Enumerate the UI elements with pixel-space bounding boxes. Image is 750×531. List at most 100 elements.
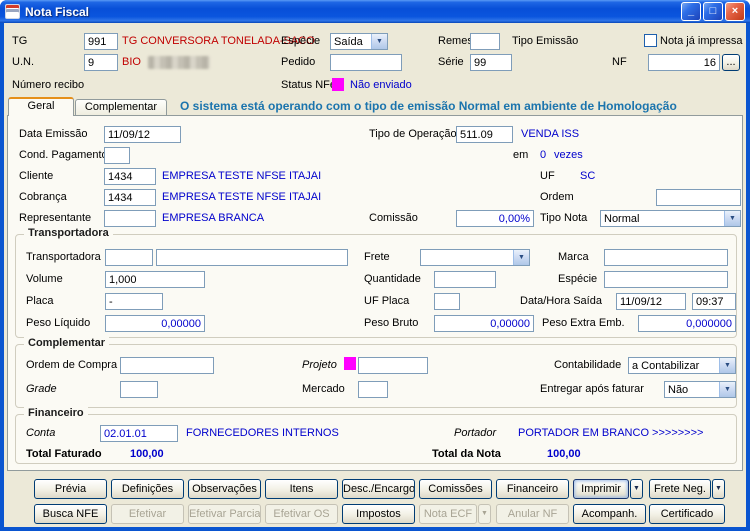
transportadora-name-field[interactable] <box>156 249 348 266</box>
maximize-icon[interactable]: □ <box>703 2 723 21</box>
transportadora-group-title: Transportadora <box>24 227 113 239</box>
tipo-operacao-description: VENDA ISS <box>521 128 580 140</box>
especie-transp-label: Espécie <box>558 273 598 285</box>
previa-button[interactable]: Prévia <box>34 479 107 499</box>
tab-complementar[interactable]: Complementar <box>75 99 167 115</box>
data-emissao-field[interactable]: 11/09/12 <box>104 126 181 143</box>
data-saida-field[interactable]: 11/09/12 <box>616 293 686 310</box>
tipo-nota-value: Normal <box>604 213 640 225</box>
transportadora-label: Transportadora <box>26 251 101 263</box>
serie-field[interactable]: 99 <box>470 54 512 71</box>
efetivar-button: Efetivar <box>111 504 184 524</box>
peso-bruto-field[interactable]: 0,00000 <box>434 315 534 332</box>
imprimir-dropdown-button[interactable]: ▼ <box>630 479 643 499</box>
nf-field[interactable]: 16 <box>648 54 720 71</box>
ordem-field[interactable] <box>656 189 741 206</box>
especie-label: Espécie <box>281 35 321 47</box>
tipo-emissao-label: Tipo Emissão <box>512 35 579 47</box>
peso-liquido-field[interactable]: 0,00000 <box>105 315 205 332</box>
remessa-field[interactable] <box>470 33 500 50</box>
data-emissao-label: Data Emissão <box>19 128 88 140</box>
ordem-label: Ordem <box>540 191 574 203</box>
total-da-nota-value: 100,00 <box>547 448 581 460</box>
acompanh-button[interactable]: Acompanh. <box>573 504 646 524</box>
anular-nf-button: Anular NF <box>496 504 569 524</box>
desc-encargos-button[interactable]: Desc./Encargos <box>342 479 415 499</box>
em-label: em <box>513 149 529 161</box>
itens-button[interactable]: Itens <box>265 479 338 499</box>
nota-ecf-button: Nota ECF <box>419 504 477 524</box>
chevron-down-icon[interactable]: ▼ <box>719 382 735 397</box>
nota-ecf-dropdown-button: ▼ <box>478 504 491 524</box>
redacted-text <box>148 56 210 69</box>
tab-geral[interactable]: Geral <box>8 97 74 116</box>
titlebar[interactable]: Nota Fiscal _ □ × <box>0 0 750 23</box>
definicoes-button[interactable]: Definições <box>111 479 184 499</box>
ordem-compra-label: Ordem de Compra <box>26 359 118 371</box>
conta-field[interactable]: 02.01.01 <box>100 425 178 442</box>
volume-field[interactable]: 1,000 <box>105 271 205 288</box>
un-field[interactable]: 9 <box>84 54 118 71</box>
frete-select[interactable]: ▼ <box>420 249 530 266</box>
observacoes-button[interactable]: Observações <box>188 479 261 499</box>
financeiro-button[interactable]: Financeiro <box>496 479 569 499</box>
placa-label: Placa <box>26 295 54 307</box>
chevron-down-icon[interactable]: ▼ <box>371 34 387 49</box>
conta-label: Conta <box>26 427 56 439</box>
placa-field[interactable]: - <box>105 293 163 310</box>
cobranca-field[interactable]: 1434 <box>104 189 156 206</box>
representante-field[interactable] <box>104 210 156 227</box>
projeto-field[interactable] <box>358 357 428 374</box>
cobranca-description: EMPRESA TESTE NFSE ITAJAI <box>162 191 322 203</box>
pedido-field[interactable] <box>330 54 402 71</box>
uf-placa-field[interactable] <box>434 293 460 310</box>
imprimir-button[interactable]: Imprimir <box>573 479 629 499</box>
comissoes-button[interactable]: Comissões <box>419 479 492 499</box>
chevron-down-icon[interactable]: ▼ <box>724 211 740 226</box>
complementar-group: Complementar Ordem de Compra Projeto Con… <box>15 337 737 408</box>
nota-ja-impressa-checkbox[interactable] <box>644 34 657 47</box>
frete-neg-dropdown-button[interactable]: ▼ <box>712 479 725 499</box>
data-hora-saida-label: Data/Hora Saída <box>520 295 602 307</box>
quantidade-field[interactable] <box>434 271 496 288</box>
marca-label: Marca <box>558 251 589 263</box>
em-value: 0 <box>540 149 547 161</box>
vezes-label: vezes <box>554 149 583 161</box>
peso-extra-field[interactable]: 0,000000 <box>638 315 736 332</box>
tg-field[interactable]: 991 <box>84 33 118 50</box>
status-nfe-value: Não enviado <box>350 79 412 91</box>
peso-bruto-label: Peso Bruto <box>364 317 419 329</box>
busca-nfe-button[interactable]: Busca NFE <box>34 504 107 524</box>
nota-ja-impressa-label: Nota já impressa <box>660 35 743 47</box>
cond-pagamento-field[interactable] <box>104 147 130 164</box>
impostos-button[interactable]: Impostos <box>342 504 415 524</box>
nf-label: NF <box>612 56 627 68</box>
representante-label: Representante <box>19 212 92 224</box>
especie-transp-field[interactable] <box>604 271 728 288</box>
comissao-field[interactable]: 0,00% <box>456 210 534 227</box>
especie-select[interactable]: Saída ▼ <box>330 33 388 50</box>
minimize-icon[interactable]: _ <box>681 2 701 21</box>
cliente-field[interactable]: 1434 <box>104 168 156 185</box>
chevron-down-icon[interactable]: ▼ <box>719 358 735 373</box>
contabilidade-select[interactable]: a Contabilizar ▼ <box>628 357 736 374</box>
tipo-nota-select[interactable]: Normal ▼ <box>600 210 741 227</box>
marca-field[interactable] <box>604 249 728 266</box>
close-icon[interactable]: × <box>725 2 745 21</box>
ordem-compra-field[interactable] <box>120 357 214 374</box>
chevron-down-icon[interactable]: ▼ <box>513 250 529 265</box>
certificado-button[interactable]: Certificado <box>649 504 725 524</box>
entregar-apos-faturar-select[interactable]: Não ▼ <box>664 381 736 398</box>
total-faturado-label: Total Faturado <box>26 448 102 460</box>
projeto-color-box <box>344 357 356 370</box>
tipo-operacao-field[interactable]: 511.09 <box>456 126 513 143</box>
nf-browse-button[interactable]: ... <box>722 54 740 71</box>
portador-label: Portador <box>454 427 497 439</box>
grade-field[interactable] <box>120 381 158 398</box>
complementar-group-title: Complementar <box>24 337 110 349</box>
frete-neg-button[interactable]: Frete Neg. <box>649 479 711 499</box>
hora-saida-field[interactable]: 09:37 <box>692 293 736 310</box>
status-nfe-label: Status NFe <box>281 79 337 91</box>
transportadora-code-field[interactable] <box>105 249 153 266</box>
mercado-field[interactable] <box>358 381 388 398</box>
